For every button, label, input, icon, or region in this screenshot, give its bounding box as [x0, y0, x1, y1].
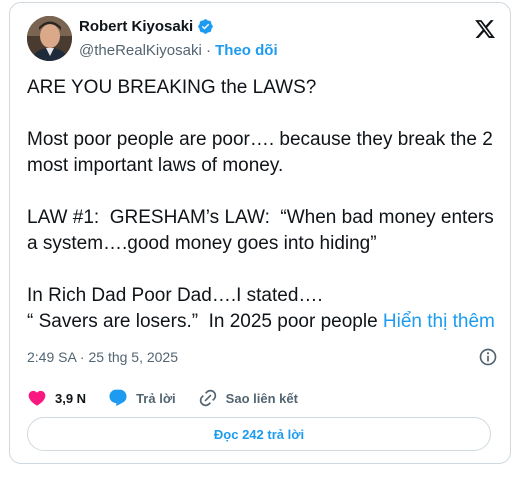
tweet-paragraph: Most poor people are poor…. because they… [27, 129, 499, 176]
author-handle[interactable]: @theRealKiyosaki [79, 42, 202, 59]
tweet-line: “ Savers are losers.” In 2025 poor peopl… [27, 311, 383, 332]
tweet-timestamp[interactable]: 2:49 SA · 25 thg 5, 2025 [27, 349, 178, 365]
tweet-embed-card: Robert Kiyosaki @theRealKiyosaki · Theo … [9, 2, 511, 464]
likes-count: 3,9 N [55, 390, 87, 406]
reply-bubble-icon [109, 389, 127, 407]
tweet-paragraph: LAW #1: GRESHAM’s LAW: “When bad money e… [27, 207, 500, 254]
read-replies-button[interactable]: Đọc 242 trả lời [27, 417, 491, 451]
handle-line: @theRealKiyosaki · Theo dõi [79, 42, 278, 59]
avatar[interactable] [27, 16, 72, 61]
copy-link-label: Sao liên kết [225, 390, 298, 406]
x-logo-icon[interactable] [474, 18, 496, 40]
verified-badge-icon [198, 19, 213, 34]
info-icon[interactable] [478, 347, 498, 367]
follow-button[interactable]: Theo dõi [215, 42, 278, 59]
author-name[interactable]: Robert Kiyosaki [79, 18, 214, 35]
reply-action[interactable]: Trả lời [108, 388, 176, 408]
like-button[interactable]: 3,9 N [27, 388, 86, 408]
author-name-text[interactable]: Robert Kiyosaki [79, 18, 193, 35]
tweet-paragraph-last: In Rich Dad Poor Dad….I stated…. “ Savers… [27, 283, 503, 335]
tweet-text: ARE YOU BREAKING the LAWS? Most poor peo… [27, 75, 503, 335]
handle-separator: · [201, 42, 216, 59]
heart-icon [28, 390, 46, 406]
tweet-actions: 3,9 N Trả lời Sao liên kết [27, 386, 320, 410]
show-more-link[interactable]: Hiển thị thêm [383, 311, 495, 332]
tweet-paragraph: ARE YOU BREAKING the LAWS? [27, 77, 317, 98]
tweet-line: In Rich Dad Poor Dad….I stated…. [27, 285, 323, 306]
reply-label: Trả lời [136, 390, 176, 406]
link-icon [199, 389, 216, 407]
copy-link-button[interactable]: Sao liên kết [198, 388, 298, 408]
